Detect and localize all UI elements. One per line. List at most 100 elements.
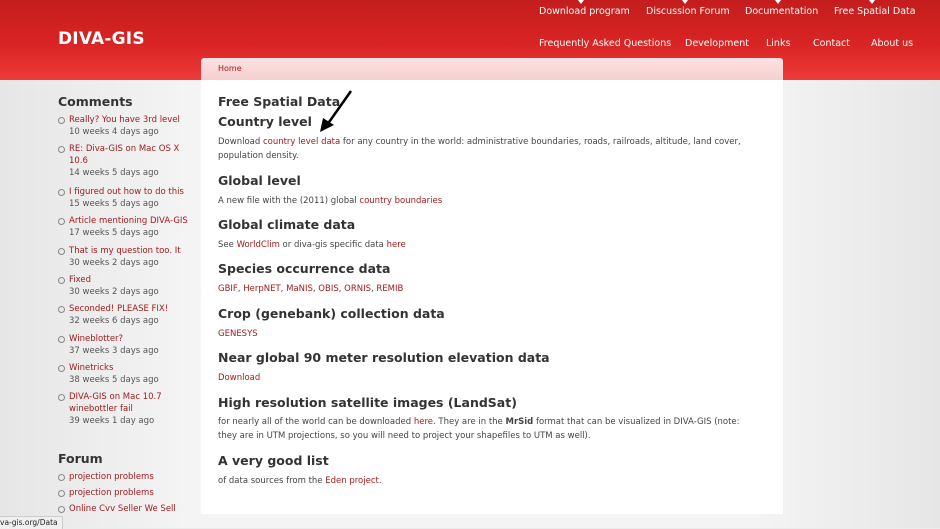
nav-development[interactable]: Development — [685, 38, 749, 49]
comment-item: Winetricks 38 weeks 5 days ago — [58, 362, 193, 387]
climate-here-link[interactable]: here — [387, 240, 406, 250]
bullet-icon — [58, 218, 65, 225]
gbif-link[interactable]: GBIF — [218, 284, 238, 294]
comment-item: That is my question too. It 30 weeks 2 d… — [58, 245, 193, 270]
page-title: Free Spatial Data — [218, 94, 341, 109]
comment-item: Article mentioning DIVA-GIS 17 weeks 5 d… — [58, 215, 193, 240]
ornis-link[interactable]: ORNIS — [344, 284, 371, 294]
section-text-list: of data sources from the Eden project. — [218, 476, 382, 486]
bullet-icon — [58, 248, 65, 255]
comment-link[interactable]: Winetricks — [69, 362, 193, 374]
manis-link[interactable]: MaNIS — [286, 284, 313, 294]
nav-discussion-forum[interactable]: Discussion Forum — [646, 6, 730, 17]
section-heading-elevation: Near global 90 meter resolution elevatio… — [218, 350, 550, 365]
breadcrumb: Home — [201, 58, 783, 80]
comment-item: DIVA-GIS on Mac 10.7 winebottler fail 39… — [58, 391, 170, 428]
comment-link[interactable]: DIVA-GIS on Mac 10.7 winebottler fail — [69, 391, 170, 415]
comment-age: 10 weeks 4 days ago — [69, 127, 159, 137]
comment-age: 37 weeks 3 days ago — [69, 346, 159, 356]
remib-link[interactable]: REMIB — [376, 284, 403, 294]
obis-link[interactable]: OBIS — [318, 284, 338, 294]
nav-marker-icon — [682, 0, 688, 4]
nav-contact[interactable]: Contact — [813, 38, 850, 49]
forum-link[interactable]: projection problems — [69, 487, 193, 499]
section-text-country: Download country level data for any coun… — [218, 137, 741, 161]
section-text-climate: See WorldClim or diva-gis specific data … — [218, 240, 406, 250]
landsat-here-link[interactable]: here — [414, 417, 433, 427]
comment-age: 32 weeks 6 days ago — [69, 316, 159, 326]
elevation-download-link[interactable]: Download — [218, 373, 260, 383]
nav-about-us[interactable]: About us — [871, 38, 913, 49]
section-heading-landsat: High resolution satellite images (LandSa… — [218, 395, 517, 410]
site-logo[interactable]: DIVA-GIS — [58, 29, 145, 49]
forum-heading: Forum — [58, 451, 103, 466]
comments-heading: Comments — [58, 94, 133, 109]
herpnet-link[interactable]: HerpNET — [243, 284, 280, 294]
forum-link[interactable]: projection problems — [69, 471, 193, 483]
bullet-icon — [58, 506, 65, 513]
section-heading-global: Global level — [218, 173, 301, 188]
forum-link[interactable]: Online Cvv Seller We Sell — [69, 503, 193, 515]
forum-item: projection problems — [58, 471, 193, 483]
country-boundaries-link[interactable]: country boundaries — [359, 196, 442, 206]
comment-link[interactable]: RE: Diva-GIS on Mac OS X 10.6 — [69, 143, 193, 167]
comment-item: Really? You have 3rd level 10 weeks 4 da… — [58, 114, 193, 139]
section-heading-list: A very good list — [218, 453, 329, 468]
bullet-icon — [58, 394, 65, 401]
nav-marker-icon — [578, 0, 584, 4]
section-text-elevation: Download — [218, 371, 758, 385]
country-level-data-link[interactable]: country level data — [263, 137, 340, 147]
comment-age: 17 weeks 5 days ago — [69, 228, 159, 238]
comment-age: 39 weeks 1 day ago — [69, 416, 155, 426]
comment-age: 38 weeks 5 days ago — [69, 375, 159, 385]
forum-item: Online Cvv Seller We Sell — [58, 503, 193, 515]
bullet-icon — [58, 490, 65, 497]
nav-download-program[interactable]: Download program — [539, 6, 630, 17]
comment-age: 14 weeks 5 days ago — [69, 168, 159, 178]
nav-free-spatial-data[interactable]: Free Spatial Data — [834, 6, 916, 17]
breadcrumb-home[interactable]: Home — [218, 64, 242, 73]
browser-status-bar: va-gis.org/Data — [0, 516, 63, 529]
section-text-landsat: for nearly all of the world can be downl… — [218, 417, 740, 441]
comment-link[interactable]: I figured out how to do this — [69, 186, 193, 198]
comment-item: Seconded! PLEASE FIX! 32 weeks 6 days ag… — [58, 303, 193, 328]
forum-item: projection problems — [58, 487, 193, 499]
nav-documentation[interactable]: Documentation — [745, 6, 818, 17]
section-heading-country: Country level — [218, 114, 312, 129]
nav-faq[interactable]: Frequently Asked Questions — [539, 38, 671, 49]
section-text-crop: GENESYS — [218, 327, 758, 341]
comment-age: 15 weeks 5 days ago — [69, 199, 159, 209]
section-heading-species: Species occurrence data — [218, 261, 391, 276]
section-heading-crop: Crop (genebank) collection data — [218, 306, 445, 321]
comment-item: I figured out how to do this 15 weeks 5 … — [58, 186, 193, 211]
comment-link[interactable]: Article mentioning DIVA-GIS — [69, 215, 193, 227]
nav-marker-icon — [775, 0, 781, 4]
section-text-global: A new file with the (2011) global countr… — [218, 196, 443, 206]
comment-link[interactable]: Fixed — [69, 274, 193, 286]
main-content: Free Spatial Data Country level Download… — [201, 80, 783, 514]
bullet-icon — [58, 474, 65, 481]
comment-link[interactable]: Seconded! PLEASE FIX! — [69, 303, 193, 315]
comment-link[interactable]: Really? You have 3rd level — [69, 114, 193, 126]
genesys-link[interactable]: GENESYS — [218, 329, 258, 339]
worldclim-link[interactable]: WorldClim — [237, 240, 280, 250]
bullet-icon — [58, 336, 65, 343]
bullet-icon — [58, 189, 65, 196]
comment-item: RE: Diva-GIS on Mac OS X 10.6 14 weeks 5… — [58, 143, 193, 180]
comment-age: 30 weeks 2 days ago — [69, 258, 159, 268]
annotation-arrow-icon — [320, 90, 353, 132]
bullet-icon — [58, 277, 65, 284]
nav-marker-icon — [869, 0, 875, 4]
section-text-species: GBIF, HerpNET, MaNIS, OBIS, ORNIS, REMIB — [218, 284, 404, 294]
comment-link[interactable]: That is my question too. It — [69, 245, 193, 257]
bullet-icon — [58, 146, 65, 153]
eden-project-link[interactable]: Eden project — [325, 476, 379, 486]
bullet-icon — [58, 365, 65, 372]
comment-age: 30 weeks 2 days ago — [69, 287, 159, 297]
comment-link[interactable]: Wineblotter? — [69, 333, 193, 345]
comment-item: Wineblotter? 37 weeks 3 days ago — [58, 333, 193, 358]
bullet-icon — [58, 117, 65, 124]
nav-links[interactable]: Links — [766, 38, 790, 49]
comment-item: Fixed 30 weeks 2 days ago — [58, 274, 193, 299]
section-heading-climate: Global climate data — [218, 217, 356, 232]
